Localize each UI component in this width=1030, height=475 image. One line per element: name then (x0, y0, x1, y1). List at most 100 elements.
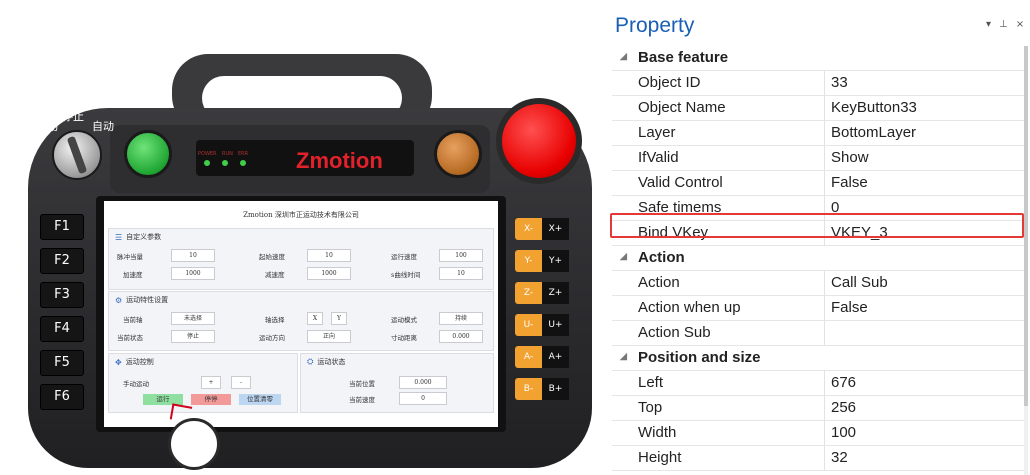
axis-key-a: A- A+ (515, 346, 569, 368)
jog-plus-button[interactable]: + (201, 376, 221, 389)
position-clear-button[interactable]: 位置清零 (239, 394, 281, 405)
motion-settings-header: ⚙ 运动特性设置 (115, 295, 168, 305)
f5-key[interactable]: F5 (40, 350, 84, 376)
y-minus-key[interactable]: Y- (515, 250, 542, 272)
motion-settings-group: ⚙ 运动特性设置 当前轴 未选择 轴选择 X Y 运动模式 持续 当前状态 停止… (108, 291, 494, 351)
property-value[interactable]: KeyButton33 (824, 96, 1030, 120)
axis-keys: X- X+ Y- Y+ Z- Z+ U- U+ A- A+ B- B+ (515, 218, 569, 410)
property-row-valid-control[interactable]: Valid Control False (612, 171, 1024, 196)
scurve-label: s曲线时间 (391, 271, 421, 279)
mode-manual-label: 手动 (36, 120, 58, 133)
inch-label: 寸动距离 (391, 334, 417, 342)
property-row-ifvalid[interactable]: IfValid Show (612, 146, 1024, 171)
stop-button[interactable]: 停停 (191, 394, 231, 405)
property-name: Valid Control (638, 174, 723, 191)
property-row-action[interactable]: Action Call Sub (612, 271, 1024, 296)
z-minus-key[interactable]: Z- (515, 282, 542, 304)
property-value[interactable]: BottomLayer (824, 121, 1030, 145)
category-base-feature[interactable]: ◢ Base feature (612, 46, 1024, 71)
gear-icon: ⚙ (115, 295, 123, 305)
axis-y-button[interactable]: Y (331, 312, 347, 325)
property-row-action-when-up[interactable]: Action when up False (612, 296, 1024, 321)
collapse-triangle-icon[interactable]: ◢ (620, 51, 627, 62)
property-value[interactable]: 32 (824, 446, 1030, 470)
collapse-triangle-icon[interactable]: ◢ (620, 351, 627, 362)
property-name: Width (638, 424, 677, 441)
motion-state-group: ⛭ 运动状态 当前位置 0.000 当前速度 0 (300, 353, 494, 413)
property-value[interactable]: Show (824, 146, 1030, 170)
scurve-field[interactable]: 10 (439, 267, 483, 280)
mode-auto-label: 自动 (92, 120, 114, 133)
property-row-object-name[interactable]: Object Name KeyButton33 (612, 96, 1024, 121)
cur-pos-field: 0.000 (399, 376, 447, 389)
property-value[interactable]: 100 (824, 421, 1030, 445)
motion-control-title: 运动控制 (125, 358, 154, 366)
property-name: Top (638, 399, 663, 416)
category-position-and-size[interactable]: ◢ Position and size (612, 346, 1024, 371)
property-title: Property (615, 14, 695, 37)
y-plus-key[interactable]: Y+ (542, 250, 569, 272)
dropdown-icon[interactable]: ▾ (986, 19, 991, 30)
property-row-height[interactable]: Height 32 (612, 446, 1024, 471)
motion-state-title: 运动状态 (317, 358, 346, 366)
a-minus-key[interactable]: A- (515, 346, 542, 368)
orange-button[interactable] (434, 130, 482, 178)
property-row-layer[interactable]: Layer BottomLayer (612, 121, 1024, 146)
property-value[interactable]: 33 (824, 71, 1030, 95)
accel-field[interactable]: 1000 (171, 267, 215, 280)
axis-key-b: B- B+ (515, 378, 569, 400)
mode-stop-label: 停止 (62, 110, 84, 123)
close-icon[interactable]: × (1016, 19, 1024, 30)
property-value[interactable] (824, 321, 1030, 345)
b-minus-key[interactable]: B- (515, 378, 542, 400)
z-plus-key[interactable]: Z+ (542, 282, 569, 304)
x-minus-key[interactable]: X- (515, 218, 542, 240)
direction-field: 正向 (307, 330, 351, 343)
a-plus-key[interactable]: A+ (542, 346, 569, 368)
property-value[interactable]: 256 (824, 396, 1030, 420)
led-power-label: POWER (198, 151, 217, 157)
u-plus-key[interactable]: U+ (542, 314, 569, 336)
property-row-object-id[interactable]: Object ID 33 (612, 71, 1024, 96)
scrollbar-thumb[interactable] (1024, 46, 1028, 406)
mode-field[interactable]: 持续 (439, 312, 483, 325)
start-speed-field[interactable]: 10 (307, 249, 351, 262)
property-name: Object ID (638, 74, 701, 91)
b-plus-key[interactable]: B+ (542, 378, 569, 400)
property-row-left[interactable]: Left 676 (612, 371, 1024, 396)
u-minus-key[interactable]: U- (515, 314, 542, 336)
property-row-width[interactable]: Width 100 (612, 421, 1024, 446)
f2-key[interactable]: F2 (40, 248, 84, 274)
jog-minus-button[interactable]: - (231, 376, 251, 389)
collapse-triangle-icon[interactable]: ◢ (620, 251, 627, 262)
pin-icon[interactable]: ⊥ (999, 19, 1008, 30)
property-row-action-sub[interactable]: Action Sub (612, 321, 1024, 346)
f1-key[interactable]: F1 (40, 214, 84, 240)
property-row-top[interactable]: Top 256 (612, 396, 1024, 421)
property-value[interactable]: False (824, 171, 1030, 195)
pulse-field[interactable]: 10 (171, 249, 215, 262)
emergency-stop-button[interactable] (502, 104, 576, 178)
property-value[interactable]: 676 (824, 371, 1030, 395)
led-run-icon (222, 160, 228, 166)
property-value[interactable]: Call Sub (824, 271, 1030, 295)
inch-field[interactable]: 0.000 (439, 330, 483, 343)
f4-key[interactable]: F4 (40, 316, 84, 342)
property-value[interactable]: False (824, 296, 1030, 320)
axis-key-z: Z- Z+ (515, 282, 569, 304)
green-start-button[interactable] (124, 130, 172, 178)
axis-key-y: Y- Y+ (515, 250, 569, 272)
category-action[interactable]: ◢ Action (612, 246, 1024, 271)
hmi-pendant: 手动 停止 自动 POWER RUN ERR Zmotion F1 F2 F3 … (0, 0, 600, 475)
axis-x-button[interactable]: X (307, 312, 323, 325)
property-name: Action Sub (638, 324, 711, 341)
start-speed-label: 起始速度 (259, 253, 285, 261)
f3-key[interactable]: F3 (40, 282, 84, 308)
mode-selector-knob[interactable] (52, 130, 102, 180)
property-panel: Property ▾ ⊥ × ◢ Base feature Object ID 33 O… (608, 6, 1030, 475)
status-label: 当前状态 (117, 334, 143, 342)
x-plus-key[interactable]: X+ (542, 218, 569, 240)
f6-key[interactable]: F6 (40, 384, 84, 410)
run-speed-field[interactable]: 100 (439, 249, 483, 262)
decel-field[interactable]: 1000 (307, 267, 351, 280)
